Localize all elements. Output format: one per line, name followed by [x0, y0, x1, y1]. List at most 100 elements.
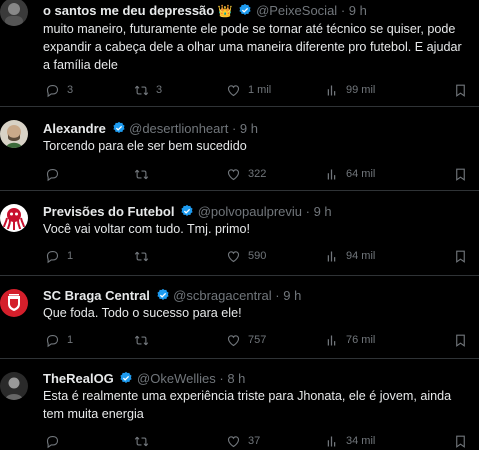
timestamp[interactable]: 9 h — [283, 288, 301, 303]
tweet-actions: 3 3 1 mil 99 mil — [43, 81, 479, 99]
like-count: 322 — [248, 168, 267, 180]
tweet[interactable]: TheRealOG @OkeWellies · 8 h Esta é realm… — [0, 359, 479, 439]
verified-badge-icon — [112, 121, 126, 135]
views-button[interactable]: 76 mil — [324, 331, 375, 349]
retweet-icon — [134, 83, 149, 98]
handle[interactable]: @scbragacentral — [173, 288, 271, 303]
bookmark-button[interactable] — [453, 432, 475, 450]
reply-button[interactable] — [45, 165, 67, 183]
display-name[interactable]: TheRealOG — [43, 371, 114, 386]
like-icon — [226, 83, 241, 98]
bookmark-button[interactable] — [453, 165, 475, 183]
handle[interactable]: @desertlionheart — [129, 121, 228, 136]
tweet-actions: 1 590 94 mil — [43, 247, 479, 265]
tweet-header: Previsões do Futebol @polvopaulpreviu · … — [43, 203, 475, 221]
bookmark-icon — [453, 167, 468, 182]
like-button[interactable]: 322 — [226, 165, 266, 183]
retweet-button[interactable] — [134, 247, 156, 265]
bookmark-button[interactable] — [453, 247, 475, 265]
retweet-button[interactable] — [134, 432, 156, 450]
reply-icon — [45, 333, 60, 348]
avatar[interactable] — [0, 289, 28, 317]
tweet-text: Torcendo para ele ser bem sucedido — [43, 139, 247, 153]
handle[interactable]: @polvopaulpreviu — [198, 204, 302, 219]
retweet-button[interactable] — [134, 331, 156, 349]
tweet-actions: 1 757 76 mil — [43, 331, 479, 349]
views-button[interactable]: 94 mil — [324, 247, 375, 265]
verified-badge-icon — [180, 204, 194, 218]
separator-dot: · — [219, 371, 224, 386]
avatar[interactable] — [0, 120, 28, 148]
reply-icon — [45, 434, 60, 449]
timestamp[interactable]: 9 h — [349, 3, 367, 18]
handle[interactable]: @PeixeSocial — [256, 3, 337, 18]
avatar[interactable] — [0, 0, 28, 26]
verified-badge-icon — [238, 3, 252, 17]
views-icon — [324, 333, 339, 348]
reply-count: 3 — [67, 84, 74, 96]
bookmark-button[interactable] — [453, 81, 475, 99]
retweet-icon — [134, 434, 149, 449]
views-count: 64 mil — [346, 168, 376, 180]
bookmark-icon — [453, 83, 468, 98]
like-button[interactable]: 37 — [226, 432, 260, 450]
reply-count: 1 — [67, 334, 74, 346]
tweet-text: Esta é realmente uma experiência triste … — [43, 389, 452, 421]
tweet-header: TheRealOG @OkeWellies · 8 h — [43, 370, 475, 388]
handle[interactable]: @OkeWellies — [137, 371, 216, 386]
bookmark-icon — [453, 333, 468, 348]
timestamp[interactable]: 9 h — [240, 121, 258, 136]
bookmark-button[interactable] — [453, 331, 475, 349]
tweet-actions: 322 64 mil — [43, 165, 479, 183]
like-button[interactable]: 1 mil — [226, 81, 271, 99]
like-button[interactable]: 590 — [226, 247, 266, 265]
retweet-button[interactable]: 3 — [134, 81, 162, 99]
views-count: 34 mil — [346, 435, 376, 447]
reply-button[interactable]: 1 — [45, 247, 73, 265]
views-button[interactable]: 64 mil — [324, 165, 375, 183]
tweet-text: Que foda. Todo o sucesso para ele! — [43, 306, 242, 320]
retweet-button[interactable] — [134, 165, 156, 183]
verified-badge-icon — [156, 288, 170, 302]
tweet-header: Alexandre @desertlionheart · 9 h — [43, 120, 475, 138]
avatar[interactable] — [0, 372, 28, 400]
tweet-header: SC Braga Central @scbragacentral · 9 h — [43, 287, 475, 305]
reply-icon — [45, 167, 60, 182]
tweet[interactable]: o santos me deu depressão 👑 @PeixeSocial… — [0, 0, 479, 107]
retweet-icon — [134, 333, 149, 348]
separator-dot: · — [231, 121, 237, 136]
like-count: 590 — [248, 250, 267, 262]
reply-icon — [45, 249, 60, 264]
display-name[interactable]: SC Braga Central — [43, 288, 150, 303]
tweet-text: Você vai voltar com tudo. Tmj. primo! — [43, 222, 250, 236]
reply-button[interactable] — [45, 432, 67, 450]
reply-icon — [45, 83, 60, 98]
like-icon — [226, 434, 241, 449]
display-name[interactable]: Previsões do Futebol — [43, 204, 174, 219]
crown-emoji: 👑 — [217, 4, 233, 18]
reply-button[interactable]: 3 — [45, 81, 73, 99]
separator-dot: · — [275, 288, 280, 303]
like-button[interactable]: 757 — [226, 331, 266, 349]
retweet-count: 3 — [156, 84, 163, 96]
like-count: 37 — [248, 435, 261, 447]
tweet-actions: 37 34 mil — [43, 432, 479, 450]
reply-button[interactable]: 1 — [45, 331, 73, 349]
like-count: 757 — [248, 334, 267, 346]
separator-dot: · — [340, 3, 346, 18]
like-icon — [226, 249, 241, 264]
timestamp[interactable]: 8 h — [227, 371, 245, 386]
display-name[interactable]: o santos me deu depressão — [43, 3, 214, 18]
views-icon — [324, 83, 339, 98]
tweet[interactable]: Alexandre @desertlionheart · 9 h Torcend… — [0, 107, 479, 191]
tweet[interactable]: Previsões do Futebol @polvopaulpreviu · … — [0, 191, 479, 276]
avatar[interactable] — [0, 204, 28, 232]
like-icon — [226, 167, 241, 182]
tweet[interactable]: SC Braga Central @scbragacentral · 9 h Q… — [0, 276, 479, 359]
display-name[interactable]: Alexandre — [43, 121, 106, 136]
reply-count: 1 — [67, 250, 74, 262]
views-button[interactable]: 99 mil — [324, 81, 375, 99]
timestamp[interactable]: 9 h — [314, 204, 332, 219]
views-button[interactable]: 34 mil — [324, 432, 375, 450]
verified-badge-icon — [119, 371, 133, 385]
